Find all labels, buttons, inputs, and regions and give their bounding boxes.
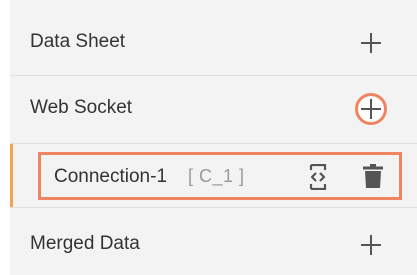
trash-icon[interactable] bbox=[363, 164, 383, 188]
connection-id: [ C_1 ] bbox=[188, 166, 245, 186]
row-data-sheet[interactable]: Data Sheet bbox=[10, 0, 417, 76]
row-label-merged-data: Merged Data bbox=[30, 233, 140, 254]
row-web-socket[interactable]: Web Socket bbox=[10, 76, 417, 144]
add-merged-data-plus-icon[interactable] bbox=[361, 235, 381, 255]
add-data-sheet-plus-icon[interactable] bbox=[361, 33, 381, 53]
selected-accent-bar bbox=[10, 144, 13, 207]
connection-item-highlight[interactable]: Connection-1 [ C_1 ] bbox=[38, 152, 402, 200]
row-label-web-socket: Web Socket bbox=[30, 97, 133, 118]
code-edit-icon[interactable] bbox=[307, 164, 329, 190]
connection-name: Connection-1 bbox=[54, 166, 168, 187]
row-merged-data[interactable]: Merged Data bbox=[10, 208, 417, 275]
connection-row[interactable]: Connection-1 [ C_1 ] bbox=[10, 144, 417, 208]
plus-icon bbox=[361, 99, 381, 119]
row-label-data-sheet: Data Sheet bbox=[30, 31, 126, 52]
add-web-socket-button[interactable] bbox=[355, 93, 387, 125]
